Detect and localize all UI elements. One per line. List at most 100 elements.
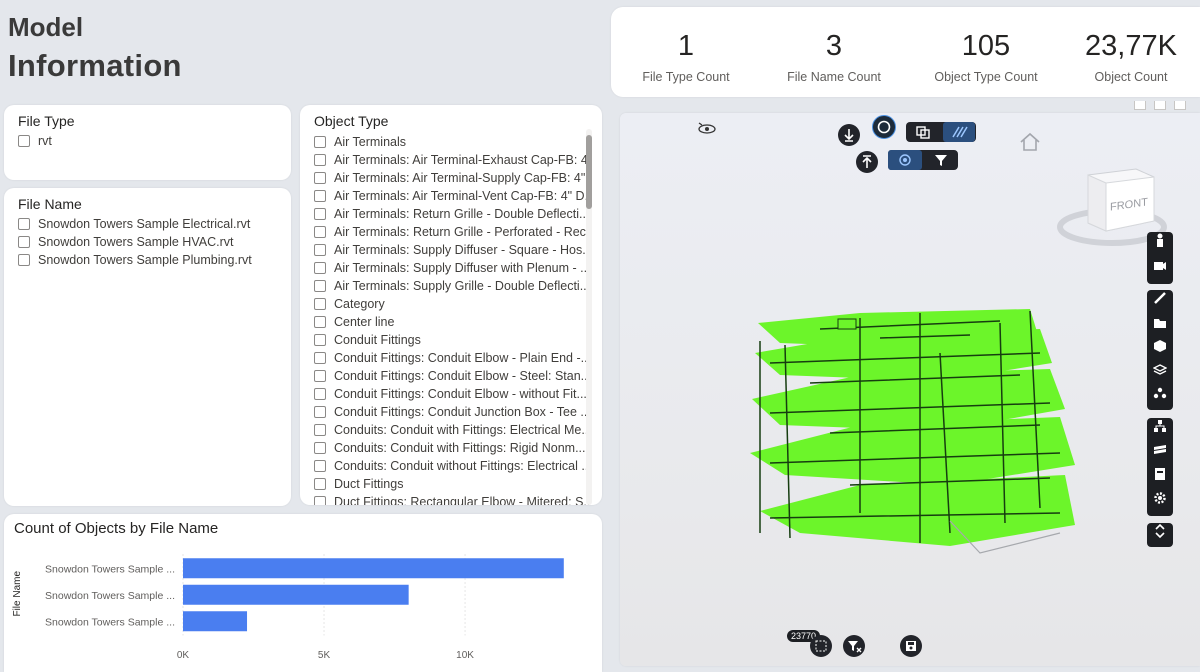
slicer-option[interactable]: Snowdon Towers Sample Electrical.rvt: [18, 216, 250, 232]
slicer-option[interactable]: Air Terminals: Supply Diffuser - Square …: [314, 242, 590, 258]
slicer-option-label: Air Terminals: [334, 135, 407, 149]
visual-header-handles[interactable]: [1126, 97, 1186, 110]
slicer-option[interactable]: Snowdon Towers Sample HVAC.rvt: [18, 234, 233, 250]
x-tick-label: 5K: [318, 650, 331, 661]
checkbox[interactable]: [314, 370, 326, 382]
checkbox[interactable]: [314, 496, 326, 505]
slicer-option-label: Duct Fittings: [334, 477, 404, 491]
slicer-option[interactable]: Duct Fittings: Rectangular Elbow - Miter…: [314, 494, 590, 505]
checkbox[interactable]: [18, 135, 30, 147]
kpi-file-type-count: 1 File Type Count: [611, 31, 761, 84]
tree-icon[interactable]: [1147, 418, 1173, 442]
checkbox[interactable]: [314, 478, 326, 490]
checkbox[interactable]: [314, 406, 326, 418]
kpi-file-name-count: 3 File Name Count: [759, 31, 909, 84]
kpi-value: 23,77K: [1085, 30, 1177, 62]
model-viewer[interactable]: FRONT 23770: [620, 113, 1200, 666]
checkbox[interactable]: [314, 172, 326, 184]
checkbox[interactable]: [314, 442, 326, 454]
checkbox[interactable]: [314, 352, 326, 364]
checkbox[interactable]: [314, 262, 326, 274]
slicer-option[interactable]: Conduit Fittings: [314, 332, 590, 348]
slicer-option[interactable]: Snowdon Towers Sample Plumbing.rvt: [18, 252, 252, 268]
checkbox[interactable]: [314, 208, 326, 220]
save-icon[interactable]: [900, 635, 922, 657]
layers-icon[interactable]: [1147, 362, 1173, 386]
checkbox[interactable]: [314, 190, 326, 202]
scrollbar-thumb[interactable]: [586, 135, 592, 209]
checkbox[interactable]: [18, 218, 30, 230]
checkbox[interactable]: [18, 254, 30, 266]
explode-icon[interactable]: [1147, 386, 1173, 410]
y-tick-label: Snowdon Towers Sample ...: [45, 590, 175, 602]
slicer-option[interactable]: Air Terminals: Return Grille - Double De…: [314, 206, 590, 222]
object-type-list[interactable]: Air Terminals Air Terminals: Air Terminal…: [300, 131, 590, 505]
slicer-option-label: Air Terminals: Air Terminal-Exhaust Cap-…: [334, 153, 590, 167]
checkbox[interactable]: [314, 280, 326, 292]
slicer-option[interactable]: Conduit Fittings: Conduit Elbow - Steel:…: [314, 368, 590, 384]
folder-icon[interactable]: [1147, 314, 1173, 338]
slicer-option[interactable]: Air Terminals: Return Grille - Perforate…: [314, 224, 590, 240]
slicer-option[interactable]: Conduit Fittings: Conduit Junction Box -…: [314, 404, 590, 420]
checkbox[interactable]: [18, 236, 30, 248]
bar[interactable]: [183, 584, 409, 605]
person-icon[interactable]: [1147, 232, 1173, 256]
slicer-option-label: Air Terminals: Return Grille - Perforate…: [334, 225, 590, 239]
slicer-option[interactable]: Air Terminals: Air Terminal-Exhaust Cap-…: [314, 152, 590, 168]
checkbox[interactable]: [314, 244, 326, 256]
slicer-option-label: Duct Fittings: Rectangular Elbow - Miter…: [334, 495, 590, 505]
checkbox[interactable]: [314, 388, 326, 400]
slicer-option[interactable]: Center line: [314, 314, 590, 330]
kpi-label: File Name Count: [787, 70, 881, 84]
slicer-option[interactable]: Conduit Fittings: Conduit Elbow - Plain …: [314, 350, 590, 366]
measure-icon[interactable]: [1147, 290, 1173, 314]
building-model[interactable]: [620, 113, 1200, 666]
checkbox[interactable]: [314, 460, 326, 472]
checkbox[interactable]: [314, 334, 326, 346]
page-title: Model Information: [8, 14, 182, 81]
checkbox[interactable]: [314, 226, 326, 238]
slicer-option[interactable]: Category: [314, 296, 590, 312]
stack-icon[interactable]: [1147, 442, 1173, 466]
bar[interactable]: [183, 611, 248, 632]
slicer-option[interactable]: Conduits: Conduit without Fittings: Elec…: [314, 458, 590, 474]
slicer-option[interactable]: Conduits: Conduit with Fittings: Electri…: [314, 422, 590, 438]
clear-filter-icon[interactable]: [843, 635, 865, 657]
y-tick-label: Snowdon Towers Sample ...: [45, 563, 175, 575]
slicer-option[interactable]: Air Terminals: Air Terminal-Vent Cap-FB:…: [314, 188, 590, 204]
slicer-option[interactable]: Conduit Fittings: Conduit Elbow - withou…: [314, 386, 590, 402]
settings-icon[interactable]: [1147, 490, 1173, 514]
kpi-object-count: 23,77K Object Count: [1056, 31, 1200, 84]
scrollbar[interactable]: [586, 129, 592, 505]
slicer-option-label: Conduit Fittings: Conduit Elbow - Plain …: [334, 351, 590, 365]
properties-icon[interactable]: [1147, 466, 1173, 490]
model-floor-plates: [750, 309, 1075, 546]
page-title-line2: Information: [8, 48, 182, 83]
page-title-line1: Model: [8, 12, 84, 42]
slicer-option[interactable]: Duct Fittings: [314, 476, 590, 492]
right-toolbar-model: [1147, 418, 1173, 516]
checkbox[interactable]: [314, 154, 326, 166]
bar[interactable]: [183, 558, 564, 579]
slicer-option[interactable]: rvt: [18, 133, 52, 149]
checkbox[interactable]: [314, 136, 326, 148]
checkbox[interactable]: [314, 424, 326, 436]
checkbox[interactable]: [314, 298, 326, 310]
slicer-option[interactable]: Air Terminals: Supply Diffuser with Plen…: [314, 260, 590, 276]
slicer-title: File Name: [18, 196, 82, 212]
checkbox[interactable]: [314, 316, 326, 328]
select-box-icon[interactable]: [810, 635, 832, 657]
right-toolbar-navigation: [1147, 232, 1173, 284]
slicer-option-label: Conduits: Conduit with Fittings: Electri…: [334, 423, 590, 437]
slicer-option[interactable]: Air Terminals: Supply Grille - Double De…: [314, 278, 590, 294]
expand-icon[interactable]: [1147, 523, 1173, 547]
slicer-option[interactable]: Air Terminals: Air Terminal-Supply Cap-F…: [314, 170, 590, 186]
camera-icon[interactable]: [1147, 256, 1173, 280]
slicer-option-label: Category: [334, 297, 385, 311]
slicer-option-label: Air Terminals: Air Terminal-Vent Cap-FB:…: [334, 189, 590, 203]
slicer-option[interactable]: Air Terminals: [314, 134, 590, 150]
kpi-panel: 1 File Type Count 3 File Name Count 105 …: [611, 7, 1200, 110]
slicer-option[interactable]: Conduits: Conduit with Fittings: Rigid N…: [314, 440, 590, 456]
slicer-option-label: Air Terminals: Supply Diffuser - Square …: [334, 243, 590, 257]
cube-icon[interactable]: [1147, 338, 1173, 362]
